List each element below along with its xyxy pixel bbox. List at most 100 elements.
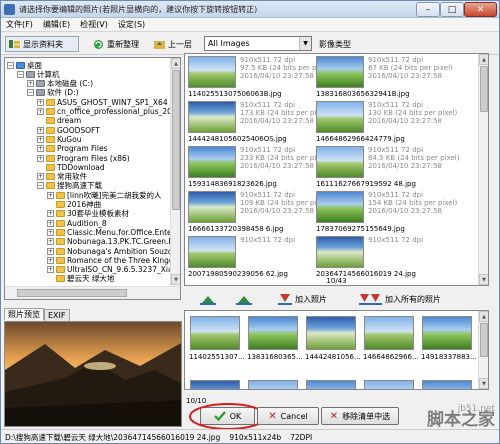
expand-icon[interactable]: + xyxy=(47,238,54,246)
selected-photo-thumbnail[interactable] xyxy=(248,316,298,350)
selected-photo-thumbnail[interactable] xyxy=(364,380,414,389)
menu-file[interactable]: 文件(F) xyxy=(1,19,38,30)
photo-thumbnail[interactable] xyxy=(188,236,236,268)
image-grid-item[interactable]: 910x511 72 dpi 20364714566016019 24.jpg xyxy=(313,234,465,280)
expand-icon[interactable]: + xyxy=(37,154,44,162)
expand-icon[interactable]: + xyxy=(47,247,54,255)
minimize-button[interactable]: – xyxy=(416,2,440,17)
expand-icon[interactable]: + xyxy=(47,210,54,218)
folder-tree[interactable]: − 桌面 − 计算机 + 本地磁盘 (C:) − 软件 (D:) + ASUS_GHOST_WIN… xyxy=(4,57,181,300)
image-grid-item[interactable]: 910x511 72 dpi 154 KB (24 bits per pixel)… xyxy=(313,189,465,235)
scroll-down-icon[interactable]: ▼ xyxy=(479,378,488,389)
expand-icon[interactable]: + xyxy=(37,98,44,106)
expand-icon[interactable]: + xyxy=(47,228,54,236)
selected-photo-item[interactable] xyxy=(419,377,477,389)
photo-thumbnail[interactable] xyxy=(316,191,364,223)
expand-icon[interactable]: + xyxy=(37,126,44,134)
menu-edit[interactable]: 编辑(E) xyxy=(38,19,75,30)
add-all-photos-button[interactable]: 加入所有的照片 xyxy=(359,292,441,306)
expand-icon[interactable]: + xyxy=(37,173,44,181)
scroll-down-icon[interactable]: ▼ xyxy=(171,274,180,285)
menu-view[interactable]: 检视(V) xyxy=(75,19,113,30)
selected-photo-thumbnail[interactable] xyxy=(190,316,240,350)
expand-icon[interactable]: + xyxy=(37,108,44,115)
selected-photo-item[interactable]: 14918337883... xyxy=(419,313,477,377)
refresh-button[interactable]: 重新整理 xyxy=(90,36,146,52)
selected-photo-thumbnail[interactable] xyxy=(306,380,356,389)
collapse-icon[interactable]: − xyxy=(17,70,24,78)
photo-thumbnail[interactable] xyxy=(188,191,236,223)
grid-scroll-thumb[interactable] xyxy=(480,66,488,112)
scroll-up-icon[interactable]: ▲ xyxy=(479,54,488,65)
selected-photo-item[interactable] xyxy=(303,377,361,389)
selected-photo-item[interactable]: 11402551307... xyxy=(187,313,245,377)
selected-photo-thumbnail[interactable] xyxy=(306,316,356,350)
tree-item[interactable]: 碧云天 绿大地 xyxy=(47,274,114,284)
photo-thumbnail[interactable] xyxy=(188,56,236,88)
tab-photo-preview[interactable]: 照片预览 xyxy=(4,308,44,320)
rotate-left-icon xyxy=(200,295,216,305)
photo-filename: 13831680365632941B.jpg xyxy=(316,90,410,98)
expand-icon[interactable]: + xyxy=(47,266,54,274)
expand-icon[interactable]: + xyxy=(37,145,44,153)
add-photo-button[interactable]: 加入照片 xyxy=(277,292,327,306)
photo-meta-date: 2016/04/10 23:27:58 xyxy=(368,207,443,215)
selected-photo-thumbnail[interactable] xyxy=(422,380,472,389)
photo-thumbnail[interactable] xyxy=(316,101,364,133)
scroll-up-icon[interactable]: ▲ xyxy=(479,311,488,322)
photo-thumbnail[interactable] xyxy=(316,236,364,268)
grid-vertical-scrollbar[interactable]: ▲ ▼ xyxy=(478,54,488,285)
expand-icon[interactable]: + xyxy=(47,256,54,264)
strip-scroll-thumb[interactable] xyxy=(480,323,488,357)
tree-vertical-scrollbar[interactable]: ▲ ▼ xyxy=(170,58,180,285)
image-grid-item[interactable]: 910x511 72 dpi 67 KB (24 bits per pixel) 2… xyxy=(313,54,465,100)
up-level-button[interactable]: 上一层 xyxy=(151,36,199,52)
up-level-label: 上一层 xyxy=(168,39,192,49)
show-folders-button[interactable]: 显示资料夹 xyxy=(5,36,79,52)
expand-icon[interactable]: + xyxy=(37,135,44,143)
selected-photo-item[interactable]: 14442481056... xyxy=(303,313,361,377)
expand-icon[interactable]: + xyxy=(47,191,54,199)
close-button[interactable]: ✕ xyxy=(464,2,497,17)
strip-vertical-scrollbar[interactable]: ▲ ▼ xyxy=(478,311,488,389)
selected-photo-item[interactable] xyxy=(361,377,419,389)
collapse-icon[interactable]: − xyxy=(7,61,14,69)
photo-thumbnail[interactable] xyxy=(188,101,236,133)
cancel-button[interactable]: ✕ Cancel xyxy=(257,407,319,425)
selected-photo-item[interactable]: 14664862966... xyxy=(361,313,419,377)
rotate-right-button[interactable] xyxy=(236,292,252,306)
maximize-button[interactable]: □ xyxy=(440,2,464,17)
selected-photo-thumbnail[interactable] xyxy=(364,316,414,350)
tree-scroll-thumb[interactable] xyxy=(172,70,180,210)
photo-thumbnail[interactable] xyxy=(316,56,364,88)
selected-photo-thumbnail[interactable] xyxy=(422,316,472,350)
window-title: 请选择你要编辑的照片(若照片显横向的，建议你按下旋转按钮转正) xyxy=(19,5,258,14)
tab-exif[interactable]: EXIF xyxy=(44,309,70,321)
selected-photo-item[interactable] xyxy=(187,377,245,389)
image-grid-item[interactable]: 910x511 72 dpi 130 KB (24 bits per pixel)… xyxy=(313,99,465,145)
collapse-icon[interactable]: − xyxy=(27,89,34,97)
selected-photo-item[interactable]: 13831680365... xyxy=(245,313,303,377)
photo-thumbnail[interactable] xyxy=(188,146,236,178)
rotate-left-button[interactable] xyxy=(200,292,216,306)
collapse-icon[interactable]: − xyxy=(37,182,44,190)
expand-icon[interactable]: + xyxy=(27,80,34,88)
selected-photo-thumbnail[interactable] xyxy=(248,380,298,389)
tree-item-label: Program Files (x86) xyxy=(57,153,130,163)
selected-photo-strip[interactable]: 11402551307... 13831680365... 14442481056.… xyxy=(184,310,489,390)
photo-meta-date: 2016/04/10 23:27:58 xyxy=(368,72,443,80)
image-grid[interactable]: 910x511 72 dpi 97.5 KB (24 bits per pixel… xyxy=(184,53,489,286)
menu-settings[interactable]: 设定(S) xyxy=(113,19,150,30)
selected-photo-thumbnail[interactable] xyxy=(190,380,240,389)
photo-thumbnail[interactable] xyxy=(316,146,364,178)
scroll-up-icon[interactable]: ▲ xyxy=(171,58,180,69)
tree-hscroll-thumb[interactable] xyxy=(17,289,127,297)
remove-from-list-button[interactable]: ✕ 移除清单中选 xyxy=(321,407,399,425)
expand-icon[interactable]: + xyxy=(47,219,54,227)
image-type-select[interactable]: All Images ▼ xyxy=(204,36,312,51)
chevron-down-icon: ▼ xyxy=(299,37,311,50)
selected-photo-item[interactable] xyxy=(245,377,303,389)
tree-horizontal-scrollbar[interactable] xyxy=(5,286,180,299)
image-grid-item[interactable]: 910x511 72 dpi 84.5 KB (24 bits per pixel… xyxy=(313,144,465,190)
